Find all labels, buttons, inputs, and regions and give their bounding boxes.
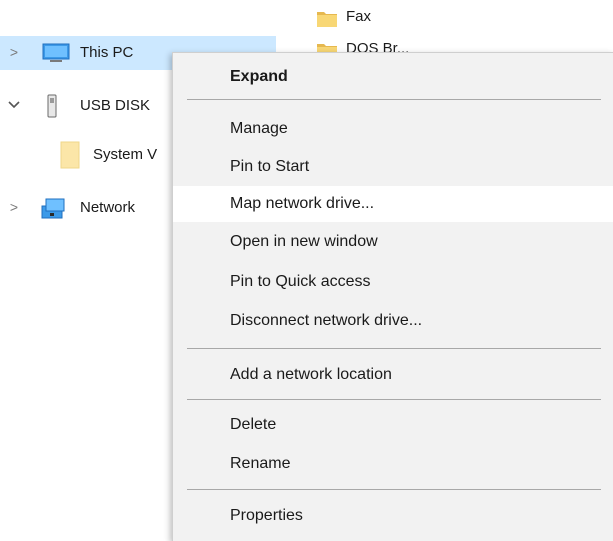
menu-item-map-network-drive[interactable]: Map network drive... <box>173 186 613 222</box>
menu-item-label: Add a network location <box>230 366 392 383</box>
content-item-label: Fax <box>346 8 372 25</box>
menu-separator <box>187 99 601 100</box>
menu-item-label: Map network drive... <box>230 195 375 212</box>
menu-item-label: Open in new window <box>230 233 378 250</box>
menu-item-rename[interactable]: Rename <box>173 446 613 482</box>
chevron-down-icon[interactable] <box>4 97 24 113</box>
menu-item-manage[interactable]: Manage <box>173 111 613 147</box>
menu-item-label: Pin to Quick access <box>230 273 371 290</box>
monitor-icon <box>42 43 70 67</box>
nav-item-system-volume[interactable]: System V <box>0 138 172 172</box>
menu-item-disconnect-network-drive[interactable]: Disconnect network drive... <box>173 303 613 339</box>
menu-item-label: Expand <box>230 68 288 85</box>
menu-item-label: Delete <box>230 416 277 433</box>
nav-item-label: System V <box>93 146 158 163</box>
chevron-right-icon[interactable]: > <box>4 44 24 60</box>
menu-item-label: Manage <box>230 120 288 137</box>
menu-item-properties[interactable]: Properties <box>173 498 613 534</box>
folder-icon <box>60 141 80 173</box>
network-icon <box>40 197 68 223</box>
menu-separator <box>187 348 601 349</box>
nav-item-label: Network <box>80 199 136 216</box>
nav-item-label: This PC <box>80 44 134 61</box>
menu-item-label: Rename <box>230 455 291 472</box>
menu-item-open-in-new-window[interactable]: Open in new window <box>173 224 613 260</box>
nav-item-network[interactable]: > Network <box>0 191 172 225</box>
menu-separator <box>187 399 601 400</box>
menu-item-expand[interactable]: Expand <box>173 59 613 95</box>
chevron-right-icon[interactable]: > <box>4 199 24 215</box>
nav-item-label: USB DISK <box>80 97 151 114</box>
menu-item-label: Disconnect network drive... <box>230 312 423 329</box>
menu-item-pin-to-start[interactable]: Pin to Start <box>173 149 613 185</box>
menu-separator <box>187 489 601 490</box>
menu-item-label: Pin to Start <box>230 158 310 175</box>
menu-item-delete[interactable]: Delete <box>173 407 613 443</box>
context-menu: Expand Manage Pin to Start Map network d… <box>172 52 613 541</box>
menu-item-label: Properties <box>230 507 303 524</box>
menu-item-pin-to-quick-access[interactable]: Pin to Quick access <box>173 264 613 300</box>
folder-icon <box>316 8 338 28</box>
usb-drive-icon <box>46 94 58 122</box>
menu-item-add-network-location[interactable]: Add a network location <box>173 357 613 393</box>
nav-item-usb-disk[interactable]: USB DISK <box>0 89 172 123</box>
